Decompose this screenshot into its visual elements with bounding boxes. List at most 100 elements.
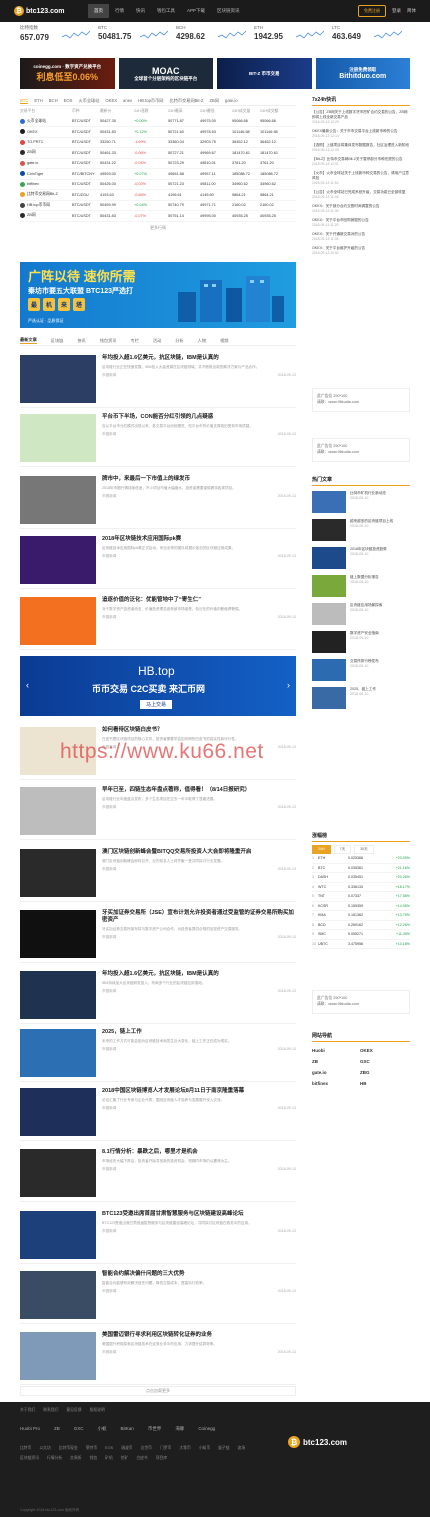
article-title[interactable]: 8.1行情分析：暴跌之后，哪里才是机会 <box>102 1149 296 1156</box>
rank-tab[interactable]: 30天 <box>354 845 374 854</box>
article-thumbnail[interactable] <box>20 1271 96 1319</box>
footer-category-link[interactable]: 交易所 <box>70 1456 81 1461</box>
flash-item[interactable]: OKEX：关于平台币回购销毁的公告 2018-09-13 11:20 <box>312 218 410 228</box>
article-title[interactable]: 年均投入超1.6亿美元，抗区块链，IBM是认真的 <box>102 355 296 362</box>
footer-coin-link[interactable]: 以太坊 <box>39 1446 50 1451</box>
hb-top-ad[interactable]: ‹ › HB.top 币币交易 C2C买卖 来汇币网 马上交易 <box>20 656 296 716</box>
nav-item-app[interactable]: APP下载 <box>181 4 211 18</box>
news-tab[interactable]: 钱包资讯 <box>100 338 117 344</box>
partner-link[interactable]: HB <box>360 1081 398 1086</box>
partner-link[interactable]: OKEX <box>360 1048 398 1053</box>
flash-item[interactable]: OKEX：关于平台维护升级的公告 2018-09-13 10:52 <box>312 246 410 256</box>
article-item[interactable]: 美国雷迈银行寻求利用区块链转化证券的业务 美国银行积极探索区块链技术在证券业务中的… <box>20 1329 296 1385</box>
market-row[interactable]: 比特币交易网Bit-Z BTC/ZGU 4193.63 -0.68% 4196.61 41… <box>20 190 296 201</box>
market-tab[interactable]: ETH <box>34 98 42 103</box>
nav-item-home[interactable]: 首页 <box>88 4 109 18</box>
article-item[interactable]: 年均投入超1.6亿美元，抗区块链，IBM是认真的 区块链行业正在快速发展，IBM投… <box>20 352 296 408</box>
news-tab[interactable]: 活动 <box>153 338 161 344</box>
article-item[interactable]: BTC123受邀出席首届甘肃智慧服务与区块链建设高峰论坛 BTC123受邀出席甘肃… <box>20 1208 296 1264</box>
article-title[interactable]: 智能合约解决偏什问题的三大优势 <box>102 1271 296 1278</box>
footer-category-link[interactable]: 白皮书 <box>136 1456 147 1461</box>
load-more-button[interactable]: 点击加载更多 <box>20 1386 296 1396</box>
flash-item[interactable]: 【火币】火币全球站关于上线新币种交易的公告，请用户注意风险 2018-09-13 … <box>312 171 410 186</box>
strict-selection-ad[interactable]: 广阵以待 速你所需 秦坊市要五大联盟 BTC123严选打 最 机 来 塔 严选认… <box>20 262 296 328</box>
chevron-left-icon[interactable]: ‹ <box>26 680 29 690</box>
partner-link[interactable]: ZB <box>312 1059 350 1064</box>
market-row[interactable]: gate.io BTC/USDT 50431.22 -0.04% 50723.29 498… <box>20 159 296 169</box>
rank-row[interactable]: 4 WTC 0.336133 +18.17% <box>312 883 410 892</box>
market-tab[interactable]: ZB网 <box>209 98 219 104</box>
market-tab[interactable]: EOS <box>64 98 73 103</box>
article-title[interactable]: 牙买加证券交易所（JSE）宣布计划允许投资者通过受监管的证券交易所购买加密资产 <box>102 910 296 924</box>
nav-item-market[interactable]: 行情 <box>109 4 130 18</box>
footer-coin-link[interactable]: EOS <box>105 1446 113 1451</box>
article-title[interactable]: 早年已至，四链生态年盘点著称，值得看！（8/14日报研究） <box>102 787 296 794</box>
rank-row[interactable]: 6 KCSR 0.159359 +14.05% <box>312 902 410 911</box>
market-row[interactable]: ZB网 BTC/USDT 50461.33 -0.06% 50727.21 49969.6… <box>20 148 296 159</box>
article-title[interactable]: 年均投入超1.6亿美元，抗区块链，IBM是认真的 <box>102 971 296 978</box>
rank-row[interactable]: 5 TNT 0.07337 +17.58% <box>312 892 410 902</box>
market-tab[interactable]: HB.top币币网 <box>138 98 163 104</box>
hot-article[interactable]: 越来越多的区块链项目上线 2018-09-10 <box>312 519 410 542</box>
flash-item[interactable]: 【Bit-Z】比特币交易网Bit-Z关于暂停部分币种充提的公告 2018-09-1… <box>312 157 410 167</box>
article-thumbnail[interactable] <box>20 414 96 462</box>
partner-link[interactable]: GXC <box>360 1059 398 1064</box>
footer-partner-logo[interactable]: BitKan <box>121 1426 134 1432</box>
footer-coin-link[interactable]: 小蚁币 <box>199 1446 210 1451</box>
article-item[interactable]: 8.1行情分析：暴跌之后，哪里才是机会 市场经历大幅下跌后，投资者开始寻找新的投资… <box>20 1146 296 1202</box>
hot-article[interactable]: 链上数据分析报告 2018-09-10 <box>312 575 410 598</box>
hot-article[interactable]: 数字资产安全指南 2018-09-10 <box>312 631 410 654</box>
footer-category-link[interactable]: 挖矿 <box>121 1456 129 1461</box>
banner-bithitduo[interactable]: 注册免费领取 Bithitduo.com <box>315 58 410 89</box>
rank-row[interactable]: 9 SMC 0.055271 +11.45% <box>312 930 410 940</box>
article-item[interactable]: 早年已至，四链生态年盘点著称，值得看！（8/14日报研究） 区块链行业年度盘点发布… <box>20 784 296 840</box>
footer-category-link[interactable]: 项目库 <box>156 1456 167 1461</box>
news-tab[interactable]: 快讯 <box>77 338 85 344</box>
flash-item[interactable]: OKEX：关于开通新交易对的公告 2018-09-13 11:05 <box>312 232 410 242</box>
footer-coin-link[interactable]: 波场 <box>238 1446 246 1451</box>
article-thumbnail[interactable] <box>20 971 96 1019</box>
market-tab[interactable]: gate.io <box>225 98 238 103</box>
banner-moac[interactable]: MOAC 全球首个分层架构的区块链平台 <box>118 58 213 89</box>
article-title[interactable]: 如何看待区块链白皮书？ <box>102 727 296 734</box>
ticker-item[interactable]: LTC 463.649 <box>332 25 410 47</box>
article-title[interactable]: 澳门区块链创新峰会暨BITQQ交易所投资人大会即将隆重开启 <box>102 849 296 856</box>
footer-category-link[interactable]: 区块链资讯 <box>20 1456 39 1461</box>
partner-link[interactable]: gate.io <box>312 1070 350 1075</box>
article-title[interactable]: 2025，链上工作 <box>102 1029 296 1036</box>
footer-coin-link[interactable]: 量子链 <box>218 1446 229 1451</box>
trade-now-button[interactable]: 马上交易 <box>140 700 173 709</box>
article-title[interactable]: 牌市中，来最后一下市值上的绿发币 <box>102 476 296 483</box>
chevron-right-icon[interactable]: › <box>287 680 290 690</box>
flash-item[interactable]: 【公告】火币全球站已完成系统升级，交易功能已全部恢复 2018-09-13 11:… <box>312 190 410 200</box>
hot-article[interactable]: 区块链应用场景探索 2018-09-10 <box>312 603 410 626</box>
sidebar-ad-2[interactable]: 此广告位 290*100 请联：www.96kudia.com <box>312 438 410 462</box>
footer-partner-logo[interactable]: 小蚁 <box>98 1426 107 1432</box>
footer-partner-logo[interactable]: Huobi Pro <box>20 1426 40 1432</box>
nav-item-tools[interactable]: 钱包工具 <box>151 4 181 18</box>
hot-article[interactable]: 交易所排行榜发布 2018-09-10 <box>312 659 410 682</box>
footer-link[interactable]: 关于我们 <box>20 1408 35 1413</box>
footer-coin-link[interactable]: 门罗币 <box>160 1446 171 1451</box>
sidebar-ad-1[interactable]: 此广告位 290*100 请联：www.96kudia.com <box>312 388 410 412</box>
hot-article[interactable]: 比特币矿机行业新动态 2018-09-10 <box>312 491 410 514</box>
article-thumbnail[interactable] <box>20 355 96 403</box>
market-row[interactable]: ZB网 BTC/USDT 50431.83 -0.07% 50751.14 49995.0… <box>20 211 296 222</box>
footer-coin-link[interactable]: 比特币 <box>20 1446 31 1451</box>
footer-coin-link[interactable]: 大零币 <box>179 1446 190 1451</box>
market-row[interactable]: TO.PRTC BTC/USDT 33250.71 -1.69% 33360.04 329… <box>20 138 296 148</box>
partner-link[interactable]: bitfinex <box>312 1081 350 1086</box>
market-tab[interactable]: anex <box>123 98 132 103</box>
article-thumbnail[interactable] <box>20 1088 96 1136</box>
article-title[interactable]: 2018中国区块链博览人才发展论坛8月11日于南京隆重落幕 <box>102 1088 296 1095</box>
article-item[interactable]: 智能合约解决偏什问题的三大优势 智能合约能够有效解决信任问题，降低交易成本，提高执… <box>20 1268 296 1324</box>
flash-item[interactable]: OKEX最新公告：关于币币交易平台上线新币种的公告 2018-09-13 12:1… <box>312 129 410 139</box>
rank-row[interactable]: 2 BTC 0.035361 +21.16% <box>312 864 410 873</box>
ticker-item[interactable]: BCH 4298.62 <box>176 25 254 47</box>
sidebar-ad-3[interactable]: 此广告位 290*100 请联：www.96kudia.com <box>312 990 410 1014</box>
rank-row[interactable]: 10 UBTC 3.475956 +10.18% <box>312 940 410 949</box>
flash-item[interactable]: OKEX：关于部分合约交割时间调整的公告 2018-09-13 11:30 <box>312 204 410 214</box>
footer-partner-logo[interactable]: GXC <box>74 1426 84 1432</box>
footer-category-link[interactable]: 钱包 <box>90 1456 98 1461</box>
article-thumbnail[interactable] <box>20 1029 96 1077</box>
